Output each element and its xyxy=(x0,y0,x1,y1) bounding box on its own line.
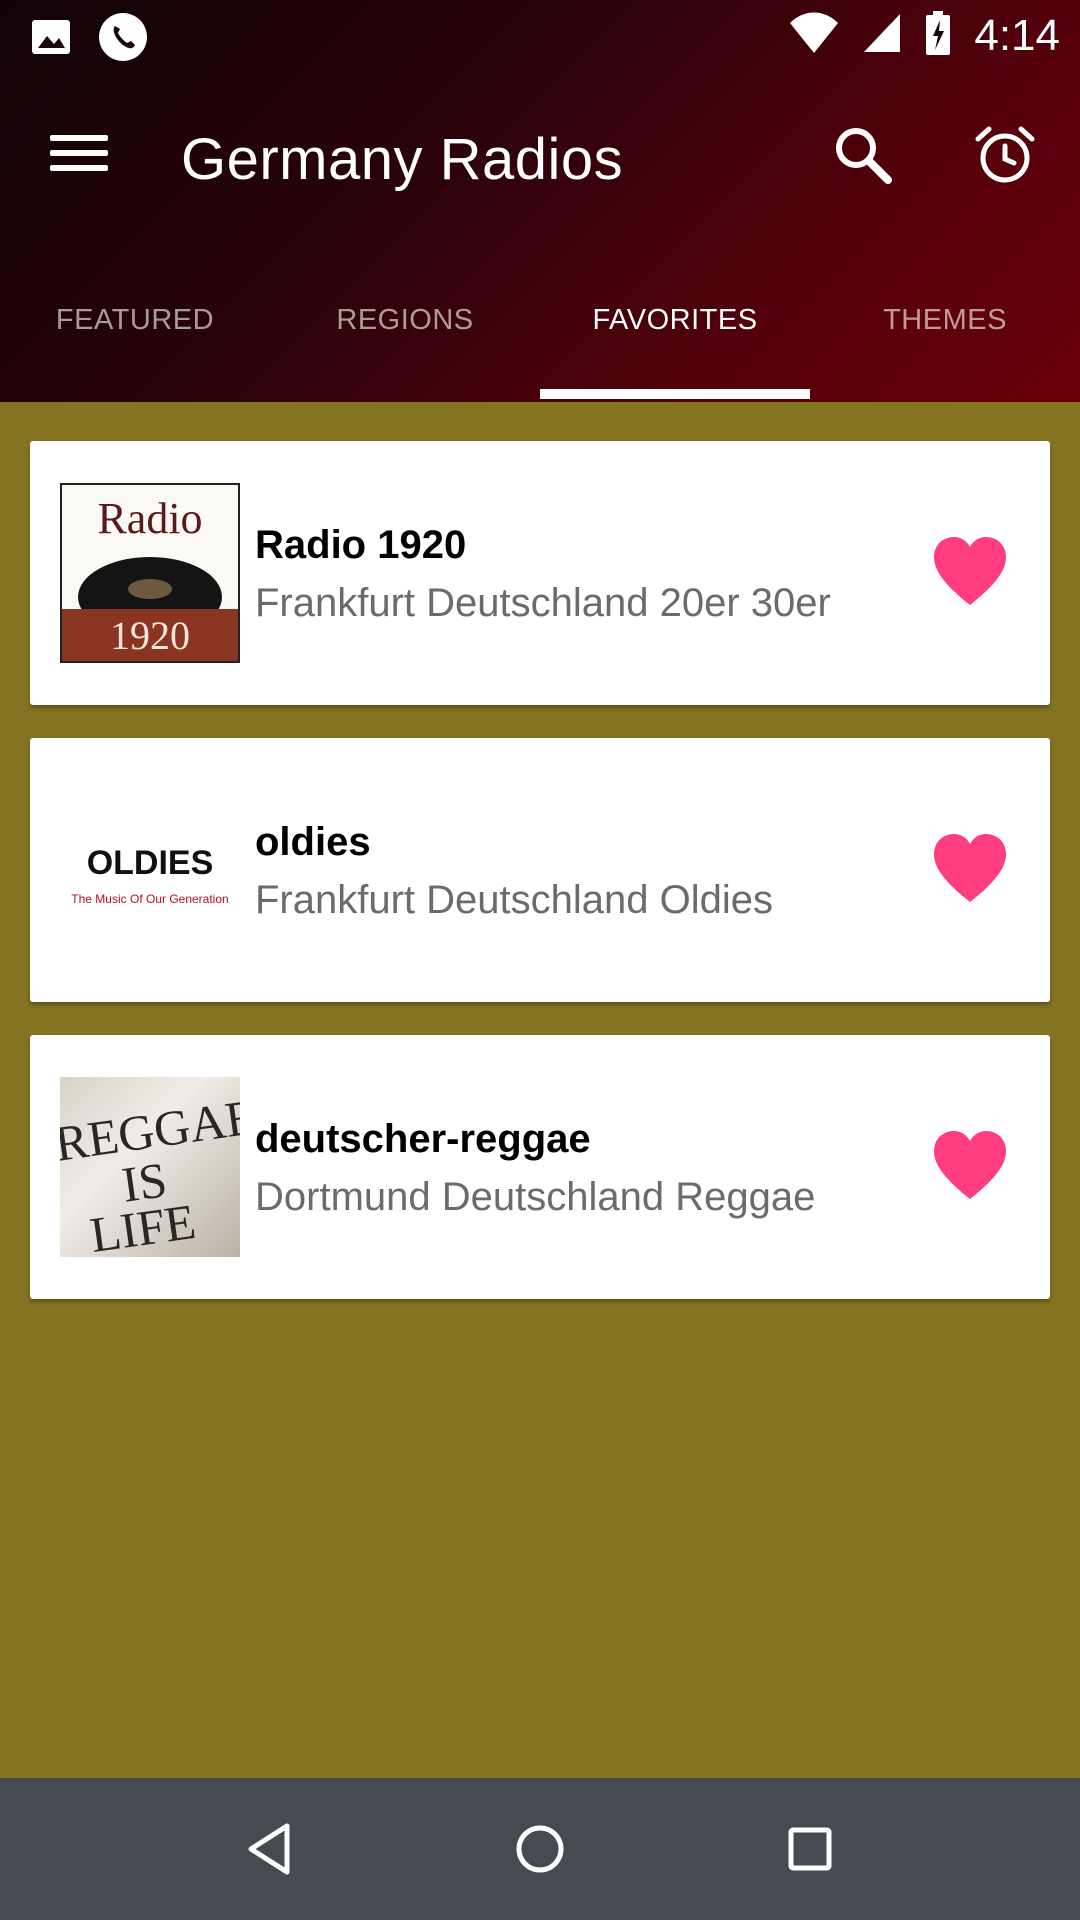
station-subtitle: Dortmund Deutschland Reggae xyxy=(255,1175,816,1219)
tab-label: REGIONS xyxy=(336,304,474,336)
menu-button[interactable] xyxy=(50,126,120,196)
station-card[interactable]: REGGAE IS LIFE deutscher-reggae Dortmund… xyxy=(30,1035,1050,1299)
menu-icon xyxy=(50,135,120,171)
alarm-button[interactable] xyxy=(974,124,1044,194)
tab-featured[interactable]: FEATURED xyxy=(0,270,270,402)
heart-icon xyxy=(934,1131,1006,1199)
station-name: deutscher-reggae xyxy=(255,1117,591,1161)
search-icon xyxy=(836,128,892,184)
header: 4:14 Germany Radios FEATURED REGIONS FAV… xyxy=(0,0,1080,402)
home-icon xyxy=(516,1825,564,1873)
station-logo: REGGAE IS LIFE xyxy=(60,1077,240,1257)
oldies-logo-tagline: The Music Of Our Generation xyxy=(71,892,229,906)
svg-text:1920: 1920 xyxy=(110,613,190,658)
tab-favorites[interactable]: FAVORITES xyxy=(540,270,810,402)
tab-label: FAVORITES xyxy=(592,304,758,336)
status-bar: 4:14 xyxy=(0,0,1080,72)
alarm-clock-icon xyxy=(975,126,1035,183)
station-logo: Radio 1920 xyxy=(60,483,240,663)
reggae-logo-text-bottom: LIFE xyxy=(86,1192,199,1257)
navigation-bar xyxy=(0,1778,1080,1920)
heart-icon xyxy=(934,537,1006,605)
station-name: oldies xyxy=(255,820,371,864)
app-bar: Germany Radios xyxy=(0,88,1080,228)
station-subtitle: Frankfurt Deutschland 20er 30er xyxy=(255,581,831,625)
radio-1920-logo: Radio 1920 xyxy=(62,485,238,661)
home-button[interactable] xyxy=(505,1814,575,1884)
status-time: 4:14 xyxy=(974,10,1060,60)
station-logo: OLDIES The Music Of Our Generation xyxy=(60,780,240,960)
search-button[interactable] xyxy=(832,124,902,194)
favorite-button[interactable] xyxy=(930,830,1010,910)
heart-icon xyxy=(934,834,1006,902)
oldies-logo-text: OLDIES xyxy=(86,844,214,882)
image-icon xyxy=(30,16,72,63)
recents-icon xyxy=(788,1827,832,1871)
tab-themes[interactable]: THEMES xyxy=(810,270,1080,402)
tab-label: THEMES xyxy=(883,304,1007,336)
station-subtitle: Frankfurt Deutschland Oldies xyxy=(255,878,774,922)
favorites-list: Radio 1920 Radio 1920 Frankfurt Deutschl… xyxy=(30,441,1050,1332)
favorite-button[interactable] xyxy=(930,533,1010,613)
battery-charging-icon xyxy=(924,10,952,61)
signal-icon xyxy=(862,12,902,59)
favorite-button[interactable] xyxy=(930,1127,1010,1207)
tab-label: FEATURED xyxy=(55,304,215,336)
station-card[interactable]: OLDIES The Music Of Our Generation oldie… xyxy=(30,738,1050,1002)
tab-bar: FEATURED REGIONS FAVORITES THEMES xyxy=(0,270,1080,402)
station-name: Radio 1920 xyxy=(255,523,467,567)
tab-indicator xyxy=(540,389,810,399)
back-button[interactable] xyxy=(235,1814,305,1884)
recents-button[interactable] xyxy=(775,1814,845,1884)
phone-icon xyxy=(98,12,148,67)
wifi-icon xyxy=(788,11,840,60)
station-card[interactable]: Radio 1920 Radio 1920 Frankfurt Deutschl… xyxy=(30,441,1050,705)
back-icon xyxy=(248,1823,290,1875)
tab-regions[interactable]: REGIONS xyxy=(270,270,540,402)
svg-text:Radio: Radio xyxy=(97,494,202,543)
app-title: Germany Radios xyxy=(181,127,624,192)
